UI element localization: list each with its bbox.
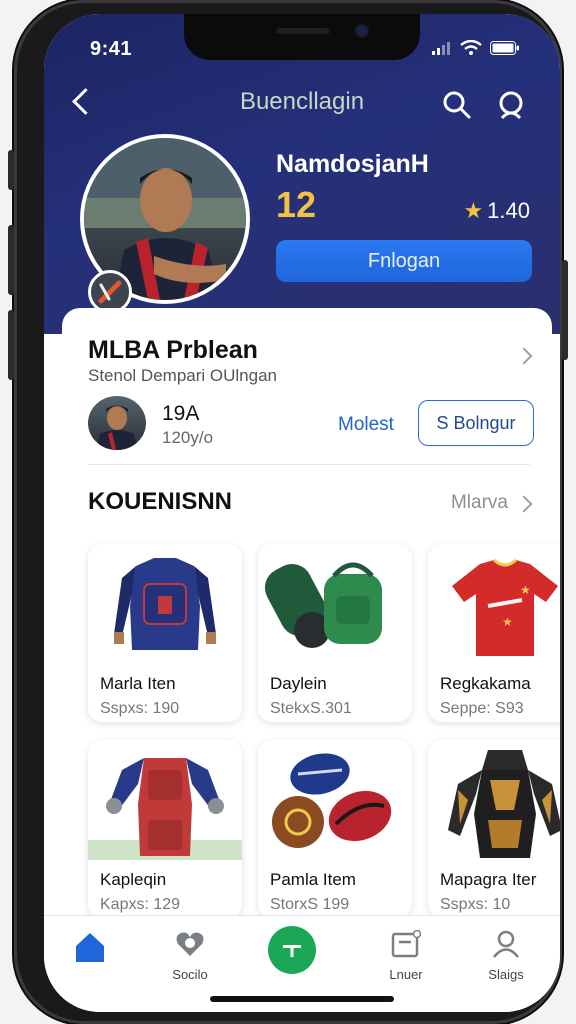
item-price: StorxS 199 [270,896,350,913]
item-name: Marla Iten [100,674,176,693]
player-name: NamdosjanH [276,150,429,178]
search-icon[interactable] [442,90,472,120]
bottom-tab-bar: Socilo Lnuer Slaigs [44,915,560,1012]
armor-icon [88,758,242,860]
friend-avatar[interactable] [88,396,146,450]
item-card[interactable]: Mapagra Iter Sspxs: 10 [428,740,560,918]
home-indicator [210,996,394,1002]
home-icon [76,933,104,962]
friend-count: 19A [162,402,200,425]
item-name: Pamla Item [270,870,356,889]
page-title: Buencllagin [239,88,365,115]
volume-up-button [8,225,14,295]
item-price: Seppe: S93 [440,700,524,717]
item-card[interactable]: ★ ★ Regkakama Seppe: S93 [428,544,560,722]
player-stars: ★ 1.40 [463,198,530,224]
collection-more-link[interactable]: Mlarva [451,492,508,514]
dark-armor-icon [448,750,560,858]
collection-title: KOUENISNN [88,488,233,515]
add-button[interactable] [268,926,316,974]
tab-label: Slaigs [488,967,524,982]
item-name: Kapleqin [100,870,167,889]
tab-home[interactable] [50,930,130,969]
user-icon [493,930,519,958]
speaker [276,28,330,34]
svg-text:★: ★ [502,615,513,629]
camera [356,25,368,37]
padded-vest-icon [114,558,216,650]
tab-inbox[interactable]: Lnuer [366,929,446,982]
svg-text:★: ★ [520,583,531,597]
content-card: MLBA Prblean Stenol Dempari OUlngan 19A … [62,308,560,1012]
bags-icon [264,562,382,648]
player-level: 12 [276,184,317,225]
tab-social[interactable]: Socilo [150,930,230,982]
item-card[interactable]: Kapleqin Kapxs: 129 [88,740,242,918]
red-jersey-icon: ★ ★ [452,558,558,656]
phone-frame: 9:41 Buencllagin NamdosjanH 12 ★ 1.40 Fn… [8,0,568,1024]
item-name: Mapagra Iter [440,870,537,889]
balls-icon [272,753,392,848]
star-icon: ★ [463,198,484,223]
item-name: Regkakama [440,674,531,693]
item-price: Kapxs: 129 [100,896,181,913]
power-button [562,260,568,360]
follow-button[interactable]: Fnlogan [276,240,532,282]
add-icon [283,945,301,957]
status-time: 9:41 [90,38,133,60]
section-subtitle: Stenol Dempari OUlngan [88,366,277,385]
more-link[interactable]: Molest [338,414,394,436]
item-price: StekxS.301 [270,700,352,717]
profile-hero: 9:41 Buencllagin NamdosjanH 12 ★ 1.40 Fn… [44,14,560,334]
tab-profile[interactable]: Slaigs [466,930,546,982]
section-title: MLBA Prblean [88,336,258,364]
status-icons [432,40,520,56]
item-price: Sspxs: 10 [440,896,511,913]
profile-search-icon[interactable] [496,90,526,120]
volume-down-button [8,310,14,380]
tab-label: Lnuer [389,967,423,982]
mute-switch [8,150,14,190]
chevron-right-icon[interactable] [515,347,533,365]
item-price: Sspxs: 190 [100,700,180,717]
screen: 9:41 Buencllagin NamdosjanH 12 ★ 1.40 Fn… [44,14,560,1012]
item-card[interactable]: Daylein StekxS.301 [258,544,412,722]
heart-icon [176,932,204,956]
item-card[interactable]: Pamla Item StorxS 199 [258,740,412,918]
inbox-icon [391,929,422,958]
battery-icon [490,41,519,55]
secondary-button[interactable]: S Bolngur [418,400,534,446]
friend-subtext: 120y/o [162,428,214,447]
wifi-icon [460,40,482,55]
stars-value: 1.40 [487,198,530,223]
notch [184,14,420,60]
tab-label: Socilo [172,967,208,982]
item-card[interactable]: Marla Iten Sspxs: 190 [88,544,242,722]
chevron-right-icon[interactable] [515,495,533,513]
divider [88,464,530,465]
item-name: Daylein [270,674,327,693]
signal-icon [432,42,450,55]
